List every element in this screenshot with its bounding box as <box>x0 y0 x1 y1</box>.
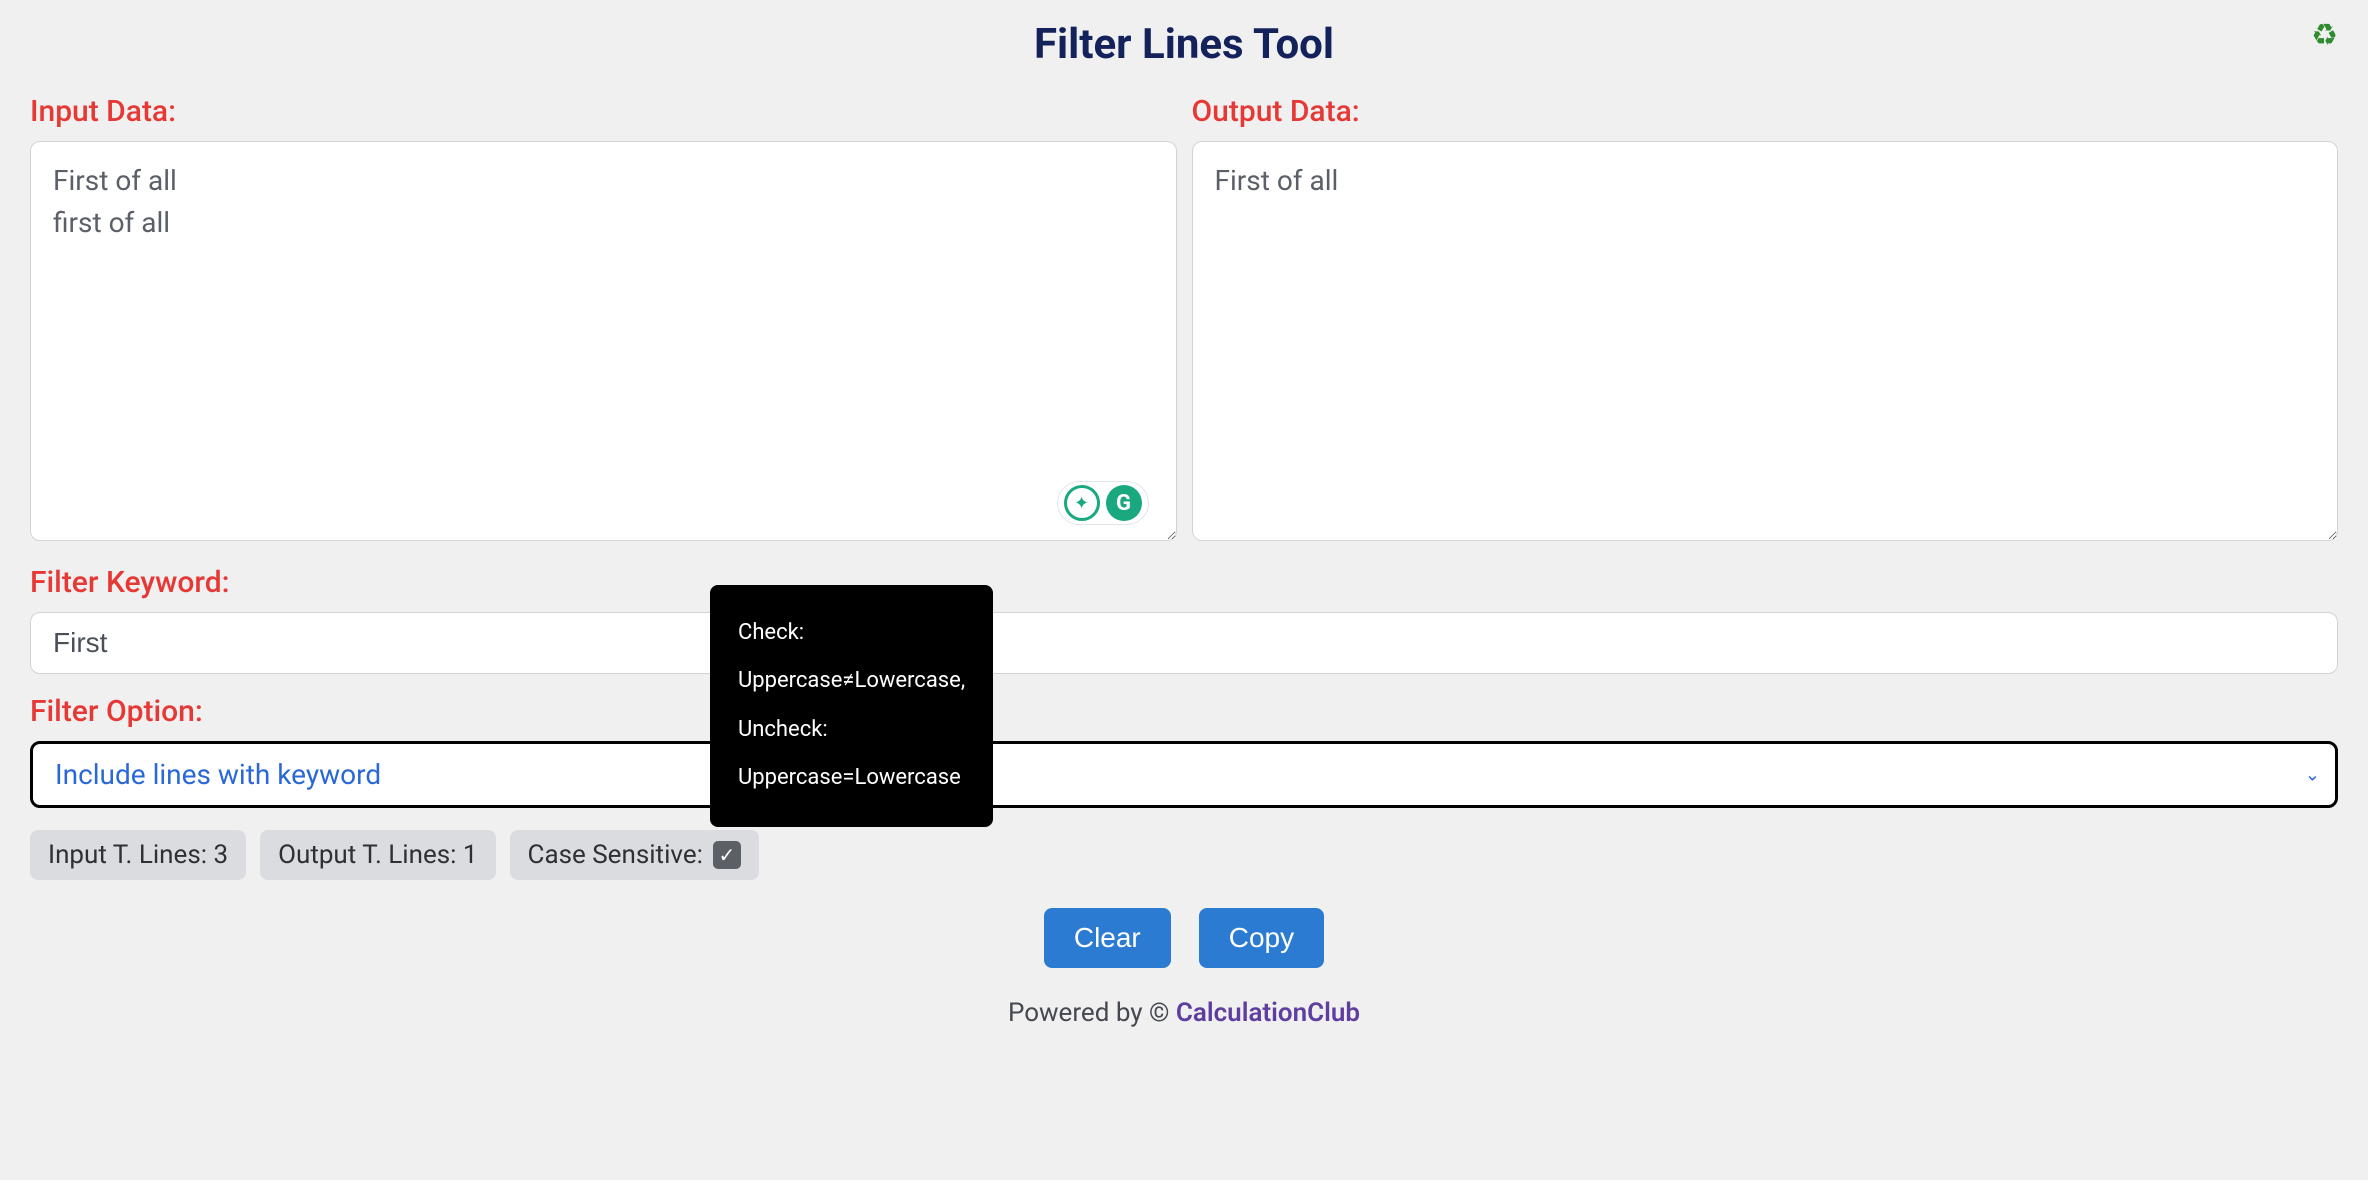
footer-text: Powered by © <box>1008 998 1176 1028</box>
clear-button[interactable]: Clear <box>1044 908 1171 968</box>
bulb-icon: ✦ <box>1064 485 1100 521</box>
case-sensitive-checkbox[interactable]: ✓ <box>713 841 741 869</box>
keyword-label: Filter Keyword: <box>30 565 2338 600</box>
grammarly-icon: G <box>1106 485 1142 521</box>
input-textarea[interactable] <box>30 141 1177 541</box>
output-label: Output Data: <box>1192 94 2339 129</box>
case-sensitive-label: Case Sensitive: <box>528 840 703 870</box>
grammarly-widget[interactable]: ✦ G <box>1057 481 1149 525</box>
output-textarea[interactable] <box>1192 141 2339 541</box>
footer: Powered by © CalculationClub <box>30 998 2338 1028</box>
input-label: Input Data: <box>30 94 1177 129</box>
filter-option-select[interactable]: Include lines with keyword <box>30 741 2338 808</box>
page-title: Filter Lines Tool <box>30 20 2338 69</box>
option-label: Filter Option: <box>30 694 2338 729</box>
keyword-input[interactable] <box>30 612 2338 674</box>
input-lines-badge: Input T. Lines: 3 <box>30 830 246 880</box>
output-lines-badge: Output T. Lines: 1 <box>260 830 495 880</box>
copy-button[interactable]: Copy <box>1199 908 1324 968</box>
footer-brand[interactable]: CalculationClub <box>1176 998 1360 1028</box>
case-sensitive-tooltip: Check: Uppercase≠Lowercase, Uncheck: Upp… <box>710 585 993 827</box>
recycle-icon[interactable]: ♻ <box>2311 18 2338 53</box>
case-sensitive-badge[interactable]: Case Sensitive: ✓ <box>510 830 759 880</box>
